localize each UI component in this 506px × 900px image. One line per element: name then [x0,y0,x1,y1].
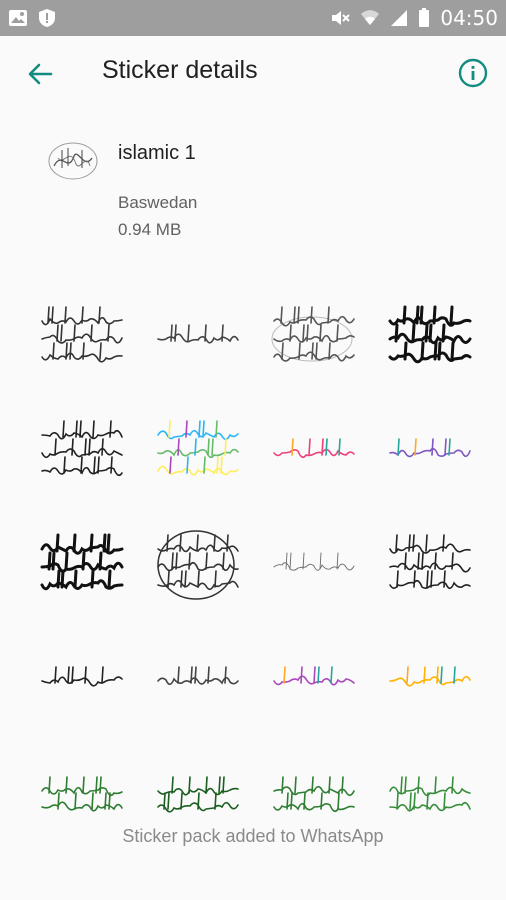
sticker-image [41,306,123,363]
shield-icon [38,8,56,28]
status-bar: 04:50 [0,0,506,36]
sticker-image [157,324,239,344]
info-icon [458,58,488,88]
sticker-item[interactable] [370,510,486,624]
wifi-icon [360,9,380,27]
pack-tray-icon [44,136,102,186]
sticker-image [41,666,123,687]
sticker-grid [22,282,486,852]
sticker-item[interactable] [370,624,486,738]
status-bar-left [8,8,56,28]
back-button[interactable] [24,58,56,90]
sticker-image [273,666,355,686]
image-icon [8,9,28,27]
sticker-image [389,438,471,458]
sticker-item[interactable] [22,282,138,396]
page-title: Sticker details [102,56,258,84]
signal-icon [390,9,408,27]
pack-size: 0.94 MB [118,220,182,239]
sticker-image [388,305,472,364]
sticker-image [389,666,471,687]
sticker-item[interactable] [254,282,370,396]
sticker-item[interactable] [370,396,486,510]
pack-status-text: Sticker pack added to WhatsApp [122,826,384,846]
sticker-item[interactable] [22,396,138,510]
app-bar: Sticker details [0,36,506,112]
sticker-item[interactable] [254,396,370,510]
sticker-item[interactable] [254,624,370,738]
status-time: 04:50 [440,6,498,30]
status-bar-right: 04:50 [330,6,498,30]
sticker-image [157,420,239,476]
sticker-item[interactable] [254,510,370,624]
info-button[interactable] [456,56,490,90]
sticker-image [271,306,355,362]
pack-name: islamic 1 [118,142,196,164]
sticker-image [157,666,239,686]
sticker-image [41,420,123,477]
sticker-image [40,533,124,591]
sticker-image [157,530,239,600]
sticker-image [273,552,355,571]
sticker-item[interactable] [138,624,254,738]
sticker-item[interactable] [138,396,254,510]
sticker-item[interactable] [370,282,486,396]
sticker-image [389,534,471,590]
pack-author: Baswedan [118,193,198,212]
sticker-item[interactable] [22,510,138,624]
sticker-item[interactable] [22,624,138,738]
arrow-back-icon [28,63,53,85]
sticker-item[interactable] [138,282,254,396]
sticker-item[interactable] [138,510,254,624]
battery-icon [418,8,430,28]
sticker-image [273,438,355,459]
mute-icon [330,9,351,27]
